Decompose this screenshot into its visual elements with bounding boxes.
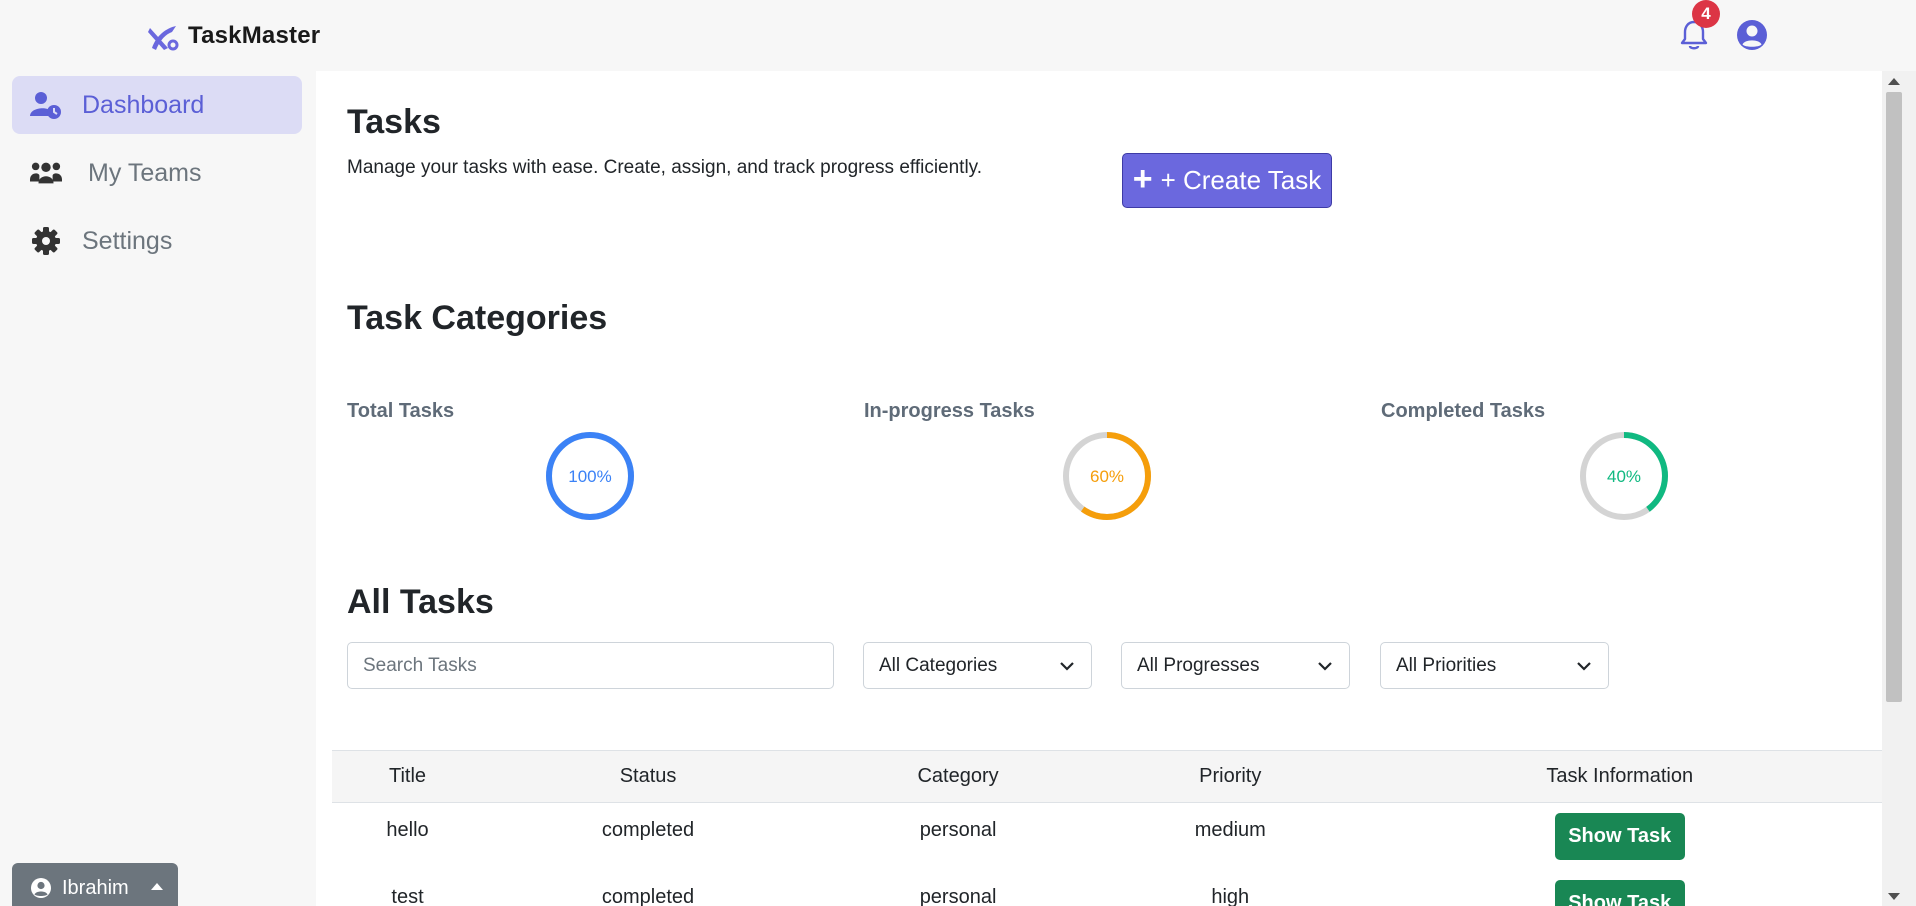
cell-title: test <box>391 885 424 906</box>
stat-label: In-progress Tasks <box>864 400 1035 422</box>
user-circle-icon[interactable] <box>1736 19 1768 51</box>
people-group-icon <box>30 157 62 189</box>
stat-label: Total Tasks <box>347 400 455 422</box>
stat-label: Completed Tasks <box>1381 400 1546 422</box>
notification-badge: 4 <box>1692 0 1720 28</box>
progress-select[interactable]: All Progresses <box>1121 642 1350 689</box>
column-header: Status <box>619 765 677 787</box>
scroll-down-arrow-icon[interactable] <box>1888 893 1900 900</box>
tasks-table: Title Status Category Priority Task Info… <box>332 750 1882 906</box>
chevron-down-icon <box>1577 662 1591 671</box>
user-menu-button[interactable]: Ibrahim <box>12 863 178 906</box>
search-input[interactable] <box>347 642 834 689</box>
column-header: Title <box>389 765 427 787</box>
cell-category: personal <box>919 885 997 906</box>
cell-status: completed <box>601 885 695 906</box>
cell-title: hello <box>386 819 429 841</box>
chevron-down-icon <box>1318 662 1332 671</box>
caret-up-icon <box>150 882 163 890</box>
user-circle-icon <box>31 878 51 898</box>
task-categories-title: Task Categories <box>347 299 608 337</box>
column-header: Task Information <box>1546 765 1694 787</box>
progress-ring: 60% <box>1063 432 1151 520</box>
ring-percent: 40% <box>1607 467 1641 486</box>
cell-action: Show Task <box>1357 870 1882 906</box>
sidebar: Dashboard My Teams Settings <box>0 71 316 906</box>
category-select[interactable]: All Categories <box>863 642 1092 689</box>
top-bar: TaskMaster 4 <box>0 0 1916 71</box>
sidebar-item-label: Settings <box>82 226 173 255</box>
cell-priority: high <box>1211 885 1250 906</box>
gear-icon <box>30 225 62 257</box>
page-title: Tasks <box>347 103 441 141</box>
table-row: test completed personal high Show Task <box>332 870 1882 906</box>
priority-select-value: All Priorities <box>1396 654 1497 676</box>
all-tasks-title: All Tasks <box>347 583 494 621</box>
progress-select-value: All Progresses <box>1137 654 1260 676</box>
column-header: Category <box>917 765 999 787</box>
scrollbar-thumb[interactable] <box>1886 92 1902 702</box>
cell-category: personal <box>919 819 997 841</box>
table-row: hello completed personal medium Show Tas… <box>332 803 1882 870</box>
cell-status: completed <box>601 819 695 841</box>
sidebar-item-label: Dashboard <box>82 90 205 119</box>
sidebar-item-label: My Teams <box>88 158 202 187</box>
user-clock-icon <box>30 89 62 121</box>
table-header-row: Title Status Category Priority Task Info… <box>332 750 1882 803</box>
chevron-down-icon <box>1060 662 1074 671</box>
sidebar-item-my-teams[interactable]: My Teams <box>12 144 302 202</box>
category-select-value: All Categories <box>879 654 998 676</box>
show-task-button[interactable]: Show Task <box>1554 879 1685 906</box>
create-task-button[interactable]: + + Create Task <box>1122 153 1332 208</box>
brand[interactable]: TaskMaster <box>146 18 320 54</box>
sidebar-item-dashboard[interactable]: Dashboard <box>12 76 302 134</box>
page-description: Manage your tasks with ease. Create, ass… <box>347 157 983 178</box>
progress-ring: 100% <box>546 432 634 520</box>
progress-ring: 40% <box>1580 432 1668 520</box>
scroll-up-arrow-icon[interactable] <box>1888 78 1900 85</box>
cell-priority: medium <box>1194 819 1266 841</box>
main-content: Tasks Manage your tasks with ease. Creat… <box>316 71 1882 906</box>
user-name: Ibrahim <box>62 876 129 899</box>
app-name: TaskMaster <box>188 22 321 49</box>
ring-percent: 100% <box>568 467 611 486</box>
plus-icon: + <box>1132 159 1153 198</box>
show-task-button[interactable]: Show Task <box>1554 813 1685 860</box>
column-header: Priority <box>1199 765 1262 787</box>
priority-select[interactable]: All Priorities <box>1380 642 1609 689</box>
sidebar-item-settings[interactable]: Settings <box>12 212 302 270</box>
ring-percent: 60% <box>1090 467 1124 486</box>
logo-icon <box>148 26 179 51</box>
cell-action: Show Task <box>1357 803 1882 870</box>
create-task-label: + Create Task <box>1160 165 1322 195</box>
